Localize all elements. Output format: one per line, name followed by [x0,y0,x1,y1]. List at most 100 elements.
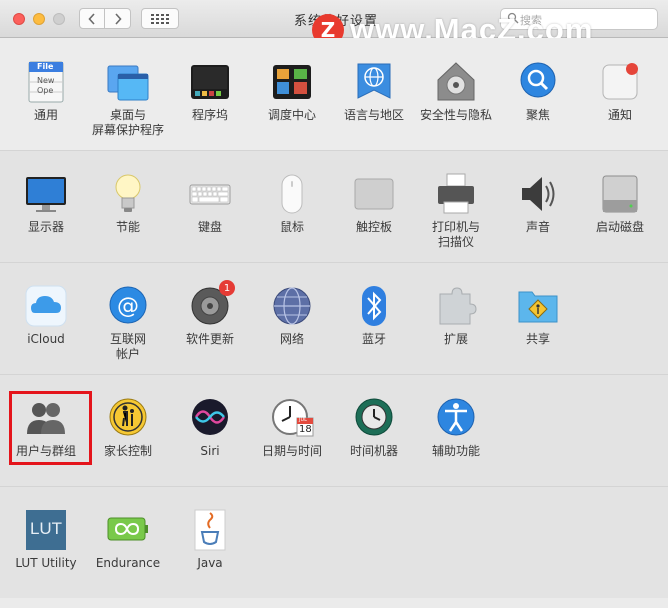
svg-text:@: @ [117,294,139,319]
pane-spotlight[interactable]: 聚焦 [497,60,579,160]
pane-accessibility[interactable]: 辅助功能 [415,396,497,496]
parental-controls-icon [106,396,150,440]
pane-security-privacy[interactable]: 安全性与隐私 [415,60,497,160]
sound-icon [516,172,560,216]
pane-label: 共享 [525,332,550,346]
pane-label: 打印机与 扫描仪 [431,220,480,249]
accessibility-icon [434,396,478,440]
pane-label: Siri [200,444,220,458]
pane-parental-controls[interactable]: 家长控制 [87,396,169,496]
bluetooth-icon [352,284,396,328]
pane-label: 通知 [607,108,632,122]
pane-siri[interactable]: Siri [169,396,251,496]
trackpad-icon [352,172,396,216]
dock-icon [188,60,232,104]
pane-label: 通用 [33,108,58,122]
pane-label: 触控板 [355,220,392,234]
pane-dock[interactable]: 程序坞 [169,60,251,160]
pane-label: 声音 [525,220,550,234]
general-icon-new: New [37,76,55,85]
pane-general[interactable]: File New Ope 通用 [5,60,87,160]
pane-desktop-screensaver[interactable]: 桌面与 屏幕保护程序 [87,60,169,160]
pane-software-update[interactable]: 1 软件更新 [169,280,251,384]
users-groups-icon [24,396,68,440]
grid-icon [151,13,169,24]
pane-label: LUT Utility [15,556,77,570]
pane-energy-saver[interactable]: 节能 [87,172,169,272]
pane-mouse[interactable]: 鼠标 [251,172,333,272]
pane-time-machine[interactable]: 时间机器 [333,396,415,496]
pane-displays[interactable]: 显示器 [5,172,87,272]
pane-label: 互联网 帐户 [109,332,146,361]
pane-notifications[interactable]: 通知 [579,60,661,160]
sharing-icon [516,284,560,328]
software-update-icon: 1 [188,280,235,328]
pane-label: 时间机器 [349,444,398,458]
notifications-icon [598,60,642,104]
zoom-button[interactable] [53,13,65,25]
pane-lut-utility[interactable]: LUT LUT Utility [5,508,87,608]
minimize-button[interactable] [33,13,45,25]
pane-network[interactable]: 网络 [251,284,333,384]
pane-label: iCloud [27,332,65,346]
pane-icloud[interactable]: iCloud [5,284,87,384]
pane-label: Endurance [95,556,161,570]
spotlight-icon [516,60,560,104]
pane-label: 软件更新 [185,332,234,346]
pane-label: 键盘 [197,220,222,234]
pane-date-time[interactable]: JUL 18 日期与时间 [251,396,333,496]
pane-label: 网络 [279,332,304,346]
pane-label: 启动磁盘 [595,220,644,234]
pane-sharing[interactable]: 共享 [497,284,579,384]
pane-bluetooth[interactable]: 蓝牙 [333,284,415,384]
pane-label: 扩展 [443,332,468,346]
pane-sound[interactable]: 声音 [497,172,579,272]
mouse-icon [270,172,314,216]
desktop-screensaver-icon [106,60,150,104]
java-icon [188,508,232,552]
security-privacy-icon [434,60,478,104]
keyboard-icon [188,172,232,216]
pane-keyboard[interactable]: 键盘 [169,172,251,272]
chevron-right-icon [114,12,122,25]
pane-printers-scanners[interactable]: 打印机与 扫描仪 [415,172,497,272]
close-button[interactable] [13,13,25,25]
pane-label: 显示器 [27,220,64,234]
pane-java[interactable]: Java [169,508,251,608]
pane-label: 家长控制 [103,444,152,458]
pane-trackpad[interactable]: 触控板 [333,172,415,272]
pane-label: 安全性与隐私 [419,108,492,122]
pane-label: 调度中心 [267,108,316,122]
printers-scanners-icon [434,172,478,216]
calendar-day: 18 [299,424,312,435]
pane-internet-accounts[interactable]: @ 互联网 帐户 [87,284,169,384]
lut-utility-icon: LUT [24,508,68,552]
siri-icon [188,396,232,440]
pane-label: 聚焦 [525,108,550,122]
pane-startup-disk[interactable]: 启动磁盘 [579,172,661,272]
pane-label: 语言与地区 [343,108,404,122]
pane-endurance[interactable]: Endurance [87,508,169,608]
date-time-icon: JUL 18 [270,396,314,440]
mission-control-icon [270,60,314,104]
displays-icon [24,172,68,216]
pane-language-region[interactable]: 语言与地区 [333,60,415,160]
pane-mission-control[interactable]: 调度中心 [251,60,333,160]
chevron-left-icon [88,12,95,25]
show-all-button[interactable] [141,8,179,29]
back-button[interactable] [79,8,105,29]
language-region-icon [352,60,396,104]
pane-users-groups[interactable]: 用户与群组 [5,396,87,496]
extensions-icon [434,284,478,328]
general-icon: File New Ope [24,60,68,104]
icloud-icon [24,284,68,328]
forward-button[interactable] [105,8,131,29]
pane-label: 程序坞 [191,108,228,122]
general-icon-open: Ope [37,86,54,95]
general-icon-file: File [37,62,54,71]
pane-label: 鼠标 [279,220,304,234]
pane-label: 蓝牙 [361,332,386,346]
network-icon [270,284,314,328]
pane-label: 辅助功能 [431,444,480,458]
pane-extensions[interactable]: 扩展 [415,284,497,384]
